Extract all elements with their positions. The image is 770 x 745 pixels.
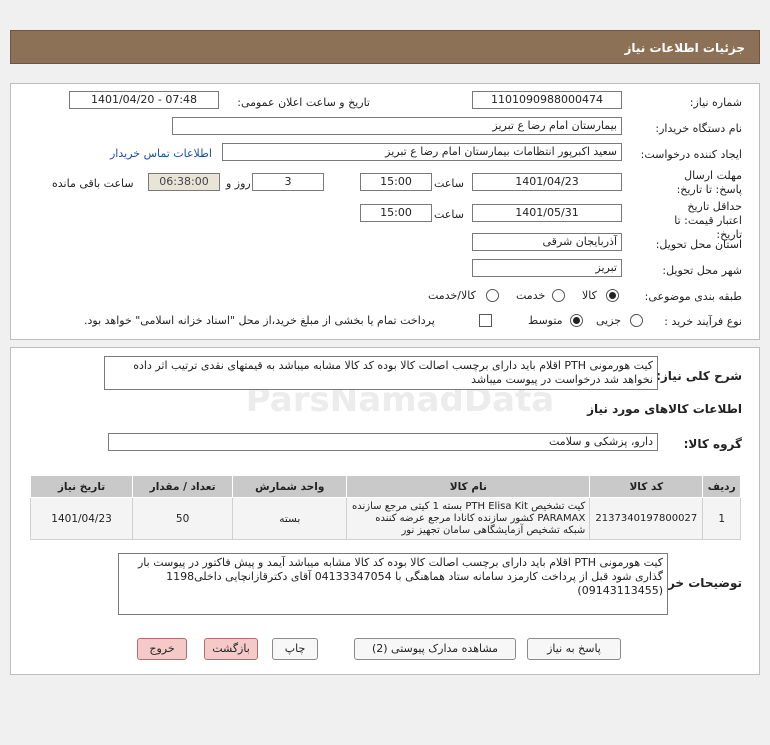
days-label: روز و <box>226 177 251 190</box>
buyer-org-label: نام دستگاه خریدار: <box>655 122 742 135</box>
column-header: واحد شمارش <box>232 475 348 498</box>
column-header: کد کالا <box>589 475 704 498</box>
category-option-service: خدمت <box>516 289 546 302</box>
province-field: آذربایجان شرقی <box>472 233 622 251</box>
reply-time-label: ساعت <box>434 177 464 190</box>
price-time-field: 15:00 <box>360 204 432 222</box>
goods-group-label: گروه کالا: <box>683 437 742 451</box>
description-label: شرح کلی نیاز: <box>656 369 742 383</box>
category-radio-service[interactable] <box>552 289 565 302</box>
view-attachments-button[interactable]: مشاهده مدارک پیوستی (2) <box>354 638 516 660</box>
item-date: 1401/04/23 <box>29 497 134 540</box>
item-name: کیت تشخیص PTH Elisa Kit بسته 1 کیتی مرجع… <box>346 497 591 540</box>
buyer-contact-link[interactable]: اطلاعات تماس خریدار <box>110 147 212 160</box>
process-option-minor: جزیی <box>596 314 622 327</box>
process-label: نوع فرآیند خرید : <box>664 315 742 328</box>
goods-section-title: اطلاعات کالاهای مورد نیاز <box>587 402 742 416</box>
process-option-medium: متوسط <box>528 314 563 327</box>
process-radio-medium[interactable] <box>570 314 583 327</box>
category-radio-both[interactable] <box>486 289 499 302</box>
goods-table: ردیف کد کالا نام کالا واحد شمارش تعداد /… <box>29 475 741 540</box>
print-button[interactable]: چاپ <box>272 638 318 660</box>
item-code: 2137340197800027 <box>589 497 704 540</box>
description-box: کیت هورمونی PTH اقلام باید دارای برچسب ا… <box>104 356 658 390</box>
column-header: نام کالا <box>346 475 591 498</box>
buyer-notes-box: کیت هورمونی PTH اقلام باید دارای برچسب ا… <box>118 553 668 615</box>
need-number-field: 1101090988000474 <box>472 91 622 109</box>
table-row: 1 2137340197800027 کیت تشخیص PTH Elisa K… <box>29 497 741 540</box>
price-validity-label: حداقل تاریخ اعتبار قیمت: تا تاریخ: <box>674 200 742 241</box>
city-field: تبریز <box>472 259 622 277</box>
column-header: تاریخ نیاز <box>29 475 134 498</box>
need-number-label: شماره نیاز: <box>689 96 742 109</box>
reply-deadline-label: مهلت ارسال پاسخ: تا تاریخ: <box>676 169 742 196</box>
city-label: شهر محل تحویل: <box>662 264 742 277</box>
category-radio-goods[interactable] <box>606 289 619 302</box>
buyer-org-field: بیمارستان امام رضا ع تبریز <box>172 117 622 135</box>
column-header: ردیف <box>702 475 741 498</box>
back-button[interactable]: بازگشت <box>204 638 258 660</box>
category-option-both: کالا/خدمت <box>428 289 476 302</box>
requester-label: ایجاد کننده درخواست: <box>640 148 742 161</box>
page-header: جزئیات اطلاعات نیاز <box>10 30 760 64</box>
goods-group-field: دارو، پزشکی و سلامت <box>108 433 658 451</box>
row-number: 1 <box>702 497 741 540</box>
price-date-field: 1401/05/31 <box>472 204 622 222</box>
item-unit: بسته <box>232 497 348 540</box>
reply-date-field: 1401/04/23 <box>472 173 622 191</box>
goods-table-header: ردیف کد کالا نام کالا واحد شمارش تعداد /… <box>29 475 741 498</box>
price-time-label: ساعت <box>434 208 464 221</box>
announce-field: 1401/04/20 - 07:48 <box>69 91 219 109</box>
payment-note: پرداخت تمام یا بخشی از مبلغ خرید،از محل … <box>84 314 435 327</box>
reply-button[interactable]: پاسخ به نیاز <box>527 638 621 660</box>
province-label: استان محل تحویل: <box>655 238 742 251</box>
process-radio-minor[interactable] <box>630 314 643 327</box>
item-qty: 50 <box>132 497 234 540</box>
remaining-time-field: 06:38:00 <box>148 173 220 191</box>
exit-button[interactable]: خروج <box>137 638 187 660</box>
category-option-goods: کالا <box>582 289 597 302</box>
category-label: طبقه بندی موضوعی: <box>644 290 742 303</box>
days-field: 3 <box>252 173 324 191</box>
column-header: تعداد / مقدار <box>132 475 234 498</box>
page-title: جزئیات اطلاعات نیاز <box>624 41 745 55</box>
requester-field: سعید اکبرپور انتظامات بیمارستان امام رضا… <box>222 143 622 161</box>
reply-time-field: 15:00 <box>360 173 432 191</box>
remaining-label: ساعت باقی مانده <box>52 177 134 190</box>
announce-label: تاریخ و ساعت اعلان عمومی: <box>237 96 370 109</box>
treasury-checkbox[interactable] <box>479 314 492 327</box>
